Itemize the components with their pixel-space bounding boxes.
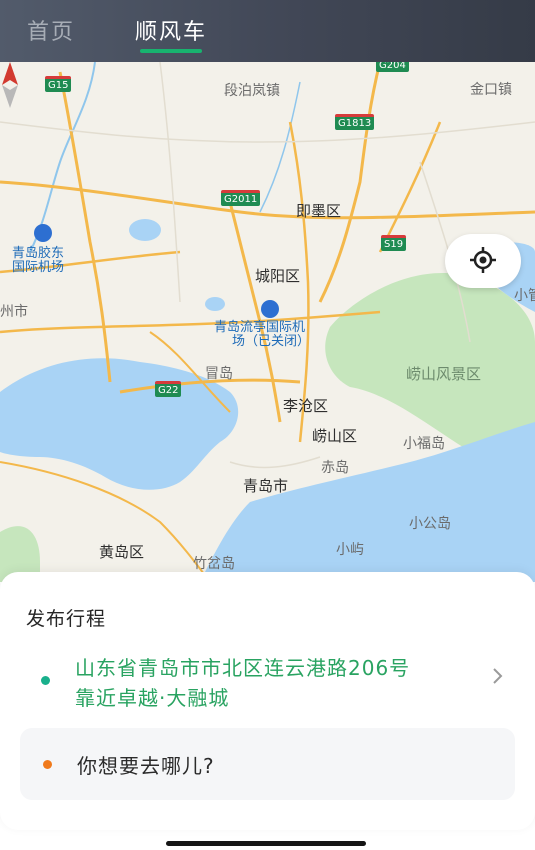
map-label-district: 李沧区: [283, 397, 329, 415]
map-label-airport: 场（已关闭）: [232, 334, 311, 349]
tab-carpool[interactable]: 顺风车: [135, 14, 207, 46]
map-view[interactable]: G15 G204 G1813 G2011 S19 G22 段泊岚镇 金口镇 即墨…: [0, 62, 535, 582]
locate-icon: [470, 247, 496, 273]
map-label-city: 州市: [0, 304, 28, 320]
top-nav-bar: 首页 顺风车: [0, 0, 535, 62]
sheet-title: 发布行程: [26, 608, 107, 630]
map-label-place: 小管: [514, 288, 535, 304]
map-label-district: 崂山区: [312, 427, 358, 445]
origin-address: 山东省青岛市市北区连云港路206号: [75, 656, 411, 680]
map-label-island: 小福岛: [403, 436, 445, 452]
map-label-district: 即墨区: [296, 202, 342, 220]
map-label-city: 青岛市: [243, 477, 289, 495]
compass-icon[interactable]: [0, 62, 20, 108]
tab-home[interactable]: 首页: [27, 14, 75, 46]
highway-shield: G1813: [335, 114, 375, 130]
map-label-town: 段泊岚镇: [224, 83, 280, 99]
map-label-scenic: 崂山风景区: [406, 365, 482, 383]
map-label-island: 冒岛: [205, 366, 233, 382]
map-label-island: 小公岛: [409, 516, 451, 532]
map-label-district: 黄岛区: [99, 543, 145, 561]
home-indicator: [166, 841, 366, 846]
highway-shield: G22: [155, 381, 182, 397]
map-label-island: 小屿: [336, 542, 364, 558]
active-tab-indicator: [140, 49, 202, 53]
map-label-island: 赤岛: [321, 460, 349, 476]
chevron-right-icon: [493, 668, 503, 684]
origin-landmark: 靠近卓越·大融城: [75, 686, 230, 710]
destination-placeholder: 你想要去哪儿?: [77, 754, 215, 778]
destination-input[interactable]: 你想要去哪儿?: [20, 728, 515, 800]
highway-shield: G204: [376, 62, 409, 72]
highway-shield: G15: [45, 76, 72, 92]
airport-icon: [34, 224, 52, 242]
highway-shield: S19: [381, 235, 407, 251]
publish-trip-sheet: 发布行程 山东省青岛市市北区连云港路206号 靠近卓越·大融城 你想要去哪儿?: [0, 572, 535, 830]
origin-row[interactable]: 山东省青岛市市北区连云港路206号 靠近卓越·大融城: [20, 648, 515, 712]
locate-button[interactable]: [445, 234, 521, 288]
origin-dot-icon: [41, 676, 50, 685]
map-label-district: 城阳区: [255, 267, 301, 285]
airport-icon: [261, 300, 279, 318]
map-label-airport: 国际机场: [12, 260, 65, 275]
destination-dot-icon: [43, 760, 52, 769]
map-label-island: 竹岔岛: [193, 556, 235, 572]
highway-shield: G2011: [221, 190, 261, 206]
map-label-town: 金口镇: [470, 82, 512, 98]
